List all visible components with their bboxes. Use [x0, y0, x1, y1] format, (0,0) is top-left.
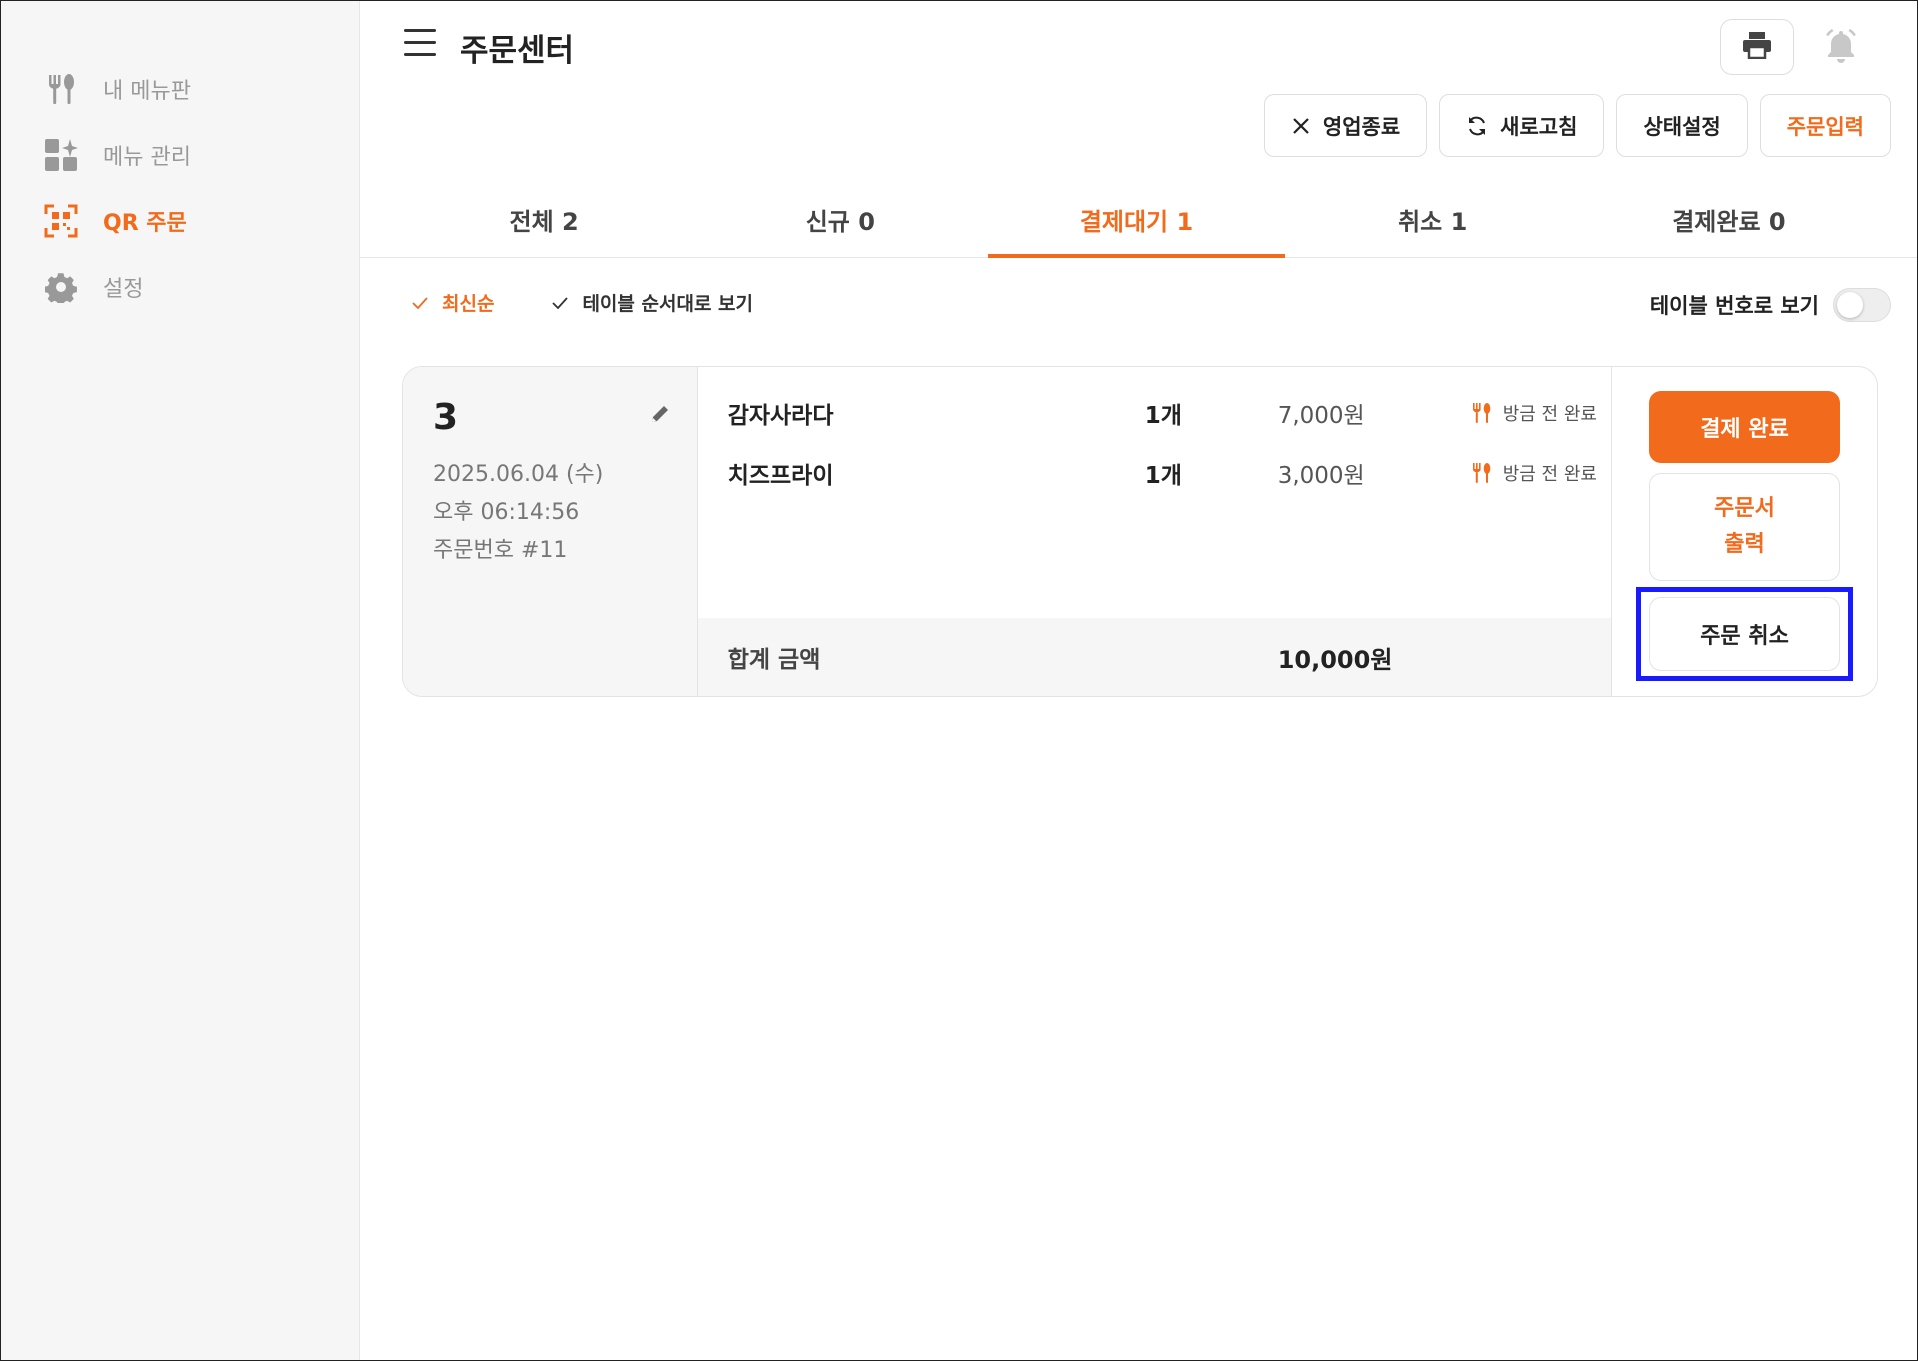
qr-scan-icon: [43, 203, 79, 239]
order-time: 오후 06:14:56: [433, 500, 580, 525]
item-price: 7,000원: [1277, 403, 1365, 429]
item-quantity: 1개: [1144, 463, 1182, 489]
tab-cancelled[interactable]: 취소 1: [1285, 181, 1581, 257]
bell-icon: [1821, 25, 1861, 69]
order-status-tabs: 전체 2 신규 0 결제대기 1 취소 1 결제완료 0: [360, 181, 1917, 258]
menu-icon[interactable]: [404, 29, 436, 57]
gear-icon: [43, 269, 79, 305]
sidebar-item-menu-management[interactable]: 메뉴 관리: [1, 122, 359, 188]
sidebar-item-label: QR 주문: [103, 211, 187, 236]
highlight-box: 주문 취소: [1636, 587, 1853, 681]
utensils-icon: [1471, 462, 1493, 484]
print-order-button[interactable]: 주문서 출력: [1649, 473, 1840, 581]
table-number: 3: [433, 397, 459, 438]
status-settings-button[interactable]: 상태설정: [1616, 94, 1748, 157]
order-number: 주문번호 #11: [433, 538, 568, 563]
tab-payment-complete[interactable]: 결제완료 0: [1581, 181, 1877, 257]
pencil-icon[interactable]: [649, 403, 671, 429]
item-name: 치즈프라이: [727, 463, 834, 489]
refresh-icon: [1466, 115, 1488, 137]
item-quantity: 1개: [1144, 403, 1182, 429]
total-label: 합계 금액: [727, 647, 821, 673]
sort-latest[interactable]: 최신순: [412, 289, 494, 316]
order-date: 2025.06.04 (수): [433, 462, 604, 487]
order-items: 감자사라다 1개 7,000원 방금 전 완료 치즈프라이 1개 3,000원 …: [697, 367, 1612, 696]
sort-table-order[interactable]: 테이블 순서대로 보기: [552, 289, 753, 316]
item-name: 감자사라다: [727, 403, 834, 429]
item-price: 3,000원: [1277, 463, 1365, 489]
order-actions: 결제 완료 주문서 출력 주문 취소: [1612, 367, 1877, 696]
grid-sparkle-icon: [43, 137, 79, 173]
sidebar-item-qr-order[interactable]: QR 주문: [1, 188, 359, 254]
sidebar-item-label: 메뉴 관리: [103, 145, 191, 170]
tab-awaiting-payment[interactable]: 결제대기 1: [988, 181, 1285, 258]
table-number-view-toggle[interactable]: [1833, 288, 1891, 322]
close-icon: [1291, 116, 1311, 136]
sort-filters: 최신순 테이블 순서대로 보기: [412, 289, 753, 316]
list-item: 치즈프라이 1개 3,000원 방금 전 완료: [728, 453, 1608, 493]
list-item: 감자사라다 1개 7,000원 방금 전 완료: [728, 393, 1608, 433]
cancel-order-button[interactable]: 주문 취소: [1649, 597, 1840, 671]
action-toolbar: 영업종료 새로고침 상태설정 주문입력: [1263, 94, 1891, 157]
refresh-button[interactable]: 새로고침: [1439, 94, 1605, 157]
item-status: 방금 전 완료: [1471, 460, 1597, 486]
utensils-icon: [43, 71, 79, 107]
app-window: 내 메뉴판 메뉴 관리 QR 주문 설정 주문센터 영업종료 새로고침 상태설정…: [0, 0, 1918, 1361]
top-bar: 주문센터: [360, 1, 1917, 91]
sidebar-item-settings[interactable]: 설정: [1, 254, 359, 320]
main-content: 주문센터 영업종료 새로고침 상태설정 주문입력 전체 2 신규 0 결제대기 …: [360, 1, 1917, 1360]
table-number-view-toggle-group: 테이블 번호로 보기: [1650, 288, 1891, 322]
total-value: 10,000원: [1277, 645, 1393, 674]
tab-new[interactable]: 신규 0: [692, 181, 988, 257]
tab-all[interactable]: 전체 2: [396, 181, 692, 257]
order-info: 3 2025.06.04 (수) 오후 06:14:56 주문번호 #11: [403, 367, 698, 696]
order-card: 3 2025.06.04 (수) 오후 06:14:56 주문번호 #11 감자…: [402, 366, 1878, 697]
printer-icon: [1742, 31, 1772, 63]
utensils-icon: [1471, 402, 1493, 424]
notification-button[interactable]: [1804, 19, 1878, 75]
order-input-button[interactable]: 주문입력: [1759, 94, 1891, 157]
toggle-label: 테이블 번호로 보기: [1649, 294, 1819, 318]
item-status: 방금 전 완료: [1471, 400, 1597, 426]
close-business-button[interactable]: 영업종료: [1263, 94, 1428, 157]
sidebar-item-label: 내 메뉴판: [103, 79, 191, 104]
check-icon: [412, 296, 428, 309]
order-total: 합계 금액 10,000원: [697, 618, 1611, 696]
payment-complete-button[interactable]: 결제 완료: [1649, 391, 1840, 463]
sidebar-item-label: 설정: [103, 277, 144, 302]
page-title: 주문센터: [460, 33, 575, 69]
sidebar: 내 메뉴판 메뉴 관리 QR 주문 설정: [1, 1, 360, 1360]
sidebar-item-my-menu[interactable]: 내 메뉴판: [1, 56, 359, 122]
check-icon: [552, 296, 569, 309]
printer-button[interactable]: [1720, 19, 1794, 75]
